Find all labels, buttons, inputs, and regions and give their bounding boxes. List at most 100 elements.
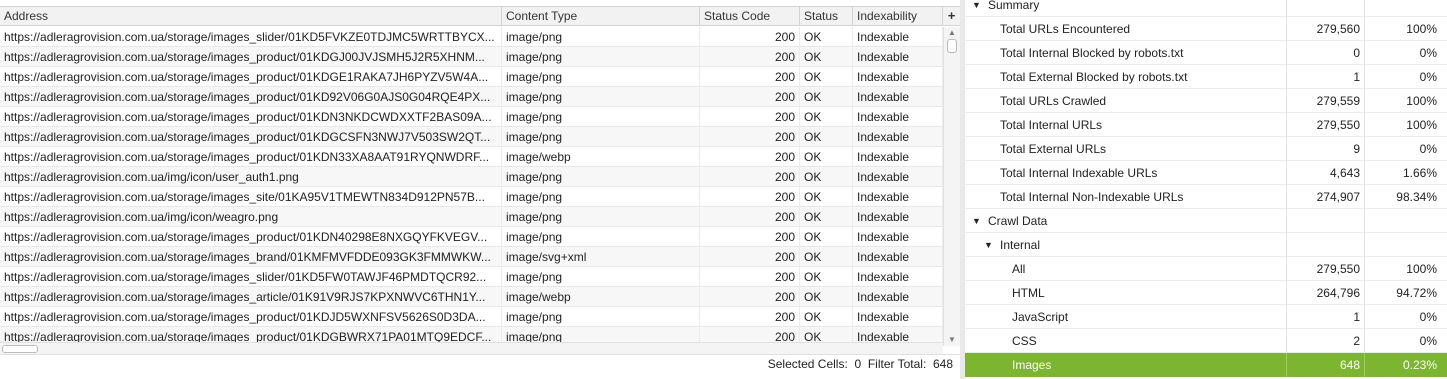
cell-address[interactable]: https://adleragrovision.com.ua/img/icon/…: [0, 167, 502, 187]
overview-row[interactable]: Total Internal Non-Indexable URLs 274,907…: [965, 185, 1447, 209]
cell-indexability[interactable]: Indexable: [853, 87, 943, 107]
table-row[interactable]: https://adleragrovision.com.ua/storage/i…: [0, 247, 943, 267]
cell-indexability[interactable]: Indexable: [853, 307, 943, 327]
cell-status[interactable]: OK: [800, 107, 853, 127]
vertical-scroll-thumb[interactable]: [947, 39, 957, 53]
cell-status-code[interactable]: 200: [700, 167, 800, 187]
overview-row[interactable]: All 279,550 100%: [965, 257, 1447, 281]
cell-address[interactable]: https://adleragrovision.com.ua/storage/i…: [0, 187, 502, 207]
cell-status-code[interactable]: 200: [700, 307, 800, 327]
overview-row[interactable]: Total External Blocked by robots.txt 1 0%: [965, 65, 1447, 89]
cell-content-type[interactable]: image/png: [502, 167, 700, 187]
cell-address[interactable]: https://adleragrovision.com.ua/storage/i…: [0, 247, 502, 267]
cell-status[interactable]: OK: [800, 227, 853, 247]
cell-address[interactable]: https://adleragrovision.com.ua/storage/i…: [0, 107, 502, 127]
cell-status[interactable]: OK: [800, 267, 853, 287]
cell-status-code[interactable]: 200: [700, 187, 800, 207]
table-row[interactable]: https://adleragrovision.com.ua/storage/i…: [0, 107, 943, 127]
overview-row[interactable]: Total External URLs 9 0%: [965, 137, 1447, 161]
table-row[interactable]: https://adleragrovision.com.ua/storage/i…: [0, 147, 943, 167]
cell-address[interactable]: https://adleragrovision.com.ua/storage/i…: [0, 47, 502, 67]
overview-row[interactable]: Total Internal URLs 279,550 100%: [965, 113, 1447, 137]
cell-status[interactable]: OK: [800, 87, 853, 107]
overview-row[interactable]: JavaScript 1 0%: [965, 305, 1447, 329]
cell-status[interactable]: OK: [800, 187, 853, 207]
cell-indexability[interactable]: Indexable: [853, 27, 943, 47]
overview-row[interactable]: Total URLs Encountered 279,560 100%: [965, 17, 1447, 41]
cell-status[interactable]: OK: [800, 207, 853, 227]
cell-status-code[interactable]: 200: [700, 207, 800, 227]
horizontal-scrollbar[interactable]: [0, 342, 943, 354]
cell-indexability[interactable]: Indexable: [853, 187, 943, 207]
cell-address[interactable]: https://adleragrovision.com.ua/storage/i…: [0, 307, 502, 327]
cell-status-code[interactable]: 200: [700, 27, 800, 47]
cell-content-type[interactable]: image/webp: [502, 147, 700, 167]
cell-content-type[interactable]: image/png: [502, 307, 700, 327]
cell-status[interactable]: OK: [800, 27, 853, 47]
cell-indexability[interactable]: Indexable: [853, 107, 943, 127]
scroll-up-icon[interactable]: ▲: [944, 27, 960, 39]
cell-status[interactable]: OK: [800, 147, 853, 167]
cell-content-type[interactable]: image/png: [502, 187, 700, 207]
cell-address[interactable]: https://adleragrovision.com.ua/storage/i…: [0, 87, 502, 107]
table-row[interactable]: https://adleragrovision.com.ua/storage/i…: [0, 307, 943, 327]
cell-indexability[interactable]: Indexable: [853, 227, 943, 247]
cell-content-type[interactable]: image/svg+xml: [502, 247, 700, 267]
cell-status-code[interactable]: 200: [700, 127, 800, 147]
table-row[interactable]: https://adleragrovision.com.ua/storage/i…: [0, 227, 943, 247]
cell-status-code[interactable]: 200: [700, 227, 800, 247]
cell-status[interactable]: OK: [800, 167, 853, 187]
cell-indexability[interactable]: Indexable: [853, 67, 943, 87]
cell-status[interactable]: OK: [800, 47, 853, 67]
cell-status-code[interactable]: 200: [700, 67, 800, 87]
overview-row[interactable]: Total URLs Crawled 279,559 100%: [965, 89, 1447, 113]
table-row[interactable]: https://adleragrovision.com.ua/storage/i…: [0, 287, 943, 307]
cell-address[interactable]: https://adleragrovision.com.ua/storage/i…: [0, 27, 502, 47]
overview-row[interactable]: HTML 264,796 94.72%: [965, 281, 1447, 305]
cell-address[interactable]: https://adleragrovision.com.ua/storage/i…: [0, 127, 502, 147]
table-row[interactable]: https://adleragrovision.com.ua/storage/i…: [0, 67, 943, 87]
table-body[interactable]: https://adleragrovision.com.ua/storage/i…: [0, 27, 943, 346]
cell-status[interactable]: OK: [800, 127, 853, 147]
cell-indexability[interactable]: Indexable: [853, 47, 943, 67]
cell-status[interactable]: OK: [800, 247, 853, 267]
overview-row[interactable]: ▼ Summary: [965, 0, 1447, 17]
cell-status-code[interactable]: 200: [700, 267, 800, 287]
overview-row[interactable]: Total Internal Indexable URLs 4,643 1.66%: [965, 161, 1447, 185]
cell-status-code[interactable]: 200: [700, 147, 800, 167]
table-row[interactable]: https://adleragrovision.com.ua/img/icon/…: [0, 167, 943, 187]
cell-content-type[interactable]: image/png: [502, 67, 700, 87]
column-header-status-code[interactable]: Status Code: [700, 7, 800, 26]
cell-address[interactable]: https://adleragrovision.com.ua/storage/i…: [0, 147, 502, 167]
overview-row[interactable]: Total Internal Blocked by robots.txt 0 0%: [965, 41, 1447, 65]
cell-indexability[interactable]: Indexable: [853, 127, 943, 147]
overview-row[interactable]: CSS 2 0%: [965, 329, 1447, 353]
table-row[interactable]: https://adleragrovision.com.ua/storage/i…: [0, 267, 943, 287]
table-row[interactable]: https://adleragrovision.com.ua/storage/i…: [0, 27, 943, 47]
cell-content-type[interactable]: image/png: [502, 267, 700, 287]
overview-row[interactable]: Images 648 0.23%: [965, 353, 1447, 377]
table-row[interactable]: https://adleragrovision.com.ua/storage/i…: [0, 47, 943, 67]
cell-content-type[interactable]: image/png: [502, 107, 700, 127]
cell-address[interactable]: https://adleragrovision.com.ua/storage/i…: [0, 267, 502, 287]
column-header-content-type[interactable]: Content Type: [502, 7, 700, 26]
cell-indexability[interactable]: Indexable: [853, 247, 943, 267]
cell-indexability[interactable]: Indexable: [853, 207, 943, 227]
cell-content-type[interactable]: image/png: [502, 227, 700, 247]
scroll-down-icon[interactable]: ▼: [944, 334, 960, 346]
cell-address[interactable]: https://adleragrovision.com.ua/img/icon/…: [0, 207, 502, 227]
cell-status-code[interactable]: 200: [700, 47, 800, 67]
table-row[interactable]: https://adleragrovision.com.ua/storage/i…: [0, 187, 943, 207]
column-header-indexability[interactable]: Indexability: [853, 7, 943, 26]
overview-row[interactable]: ▼ Crawl Data: [965, 209, 1447, 233]
expand-triangle-icon[interactable]: ▼: [972, 209, 984, 233]
cell-status[interactable]: OK: [800, 307, 853, 327]
cell-indexability[interactable]: Indexable: [853, 287, 943, 307]
cell-address[interactable]: https://adleragrovision.com.ua/storage/i…: [0, 287, 502, 307]
column-header-status[interactable]: Status: [800, 7, 853, 26]
table-row[interactable]: https://adleragrovision.com.ua/img/icon/…: [0, 207, 943, 227]
cell-content-type[interactable]: image/webp: [502, 287, 700, 307]
cell-status-code[interactable]: 200: [700, 87, 800, 107]
table-row[interactable]: https://adleragrovision.com.ua/storage/i…: [0, 87, 943, 107]
overview-row[interactable]: ▼ Internal: [965, 233, 1447, 257]
